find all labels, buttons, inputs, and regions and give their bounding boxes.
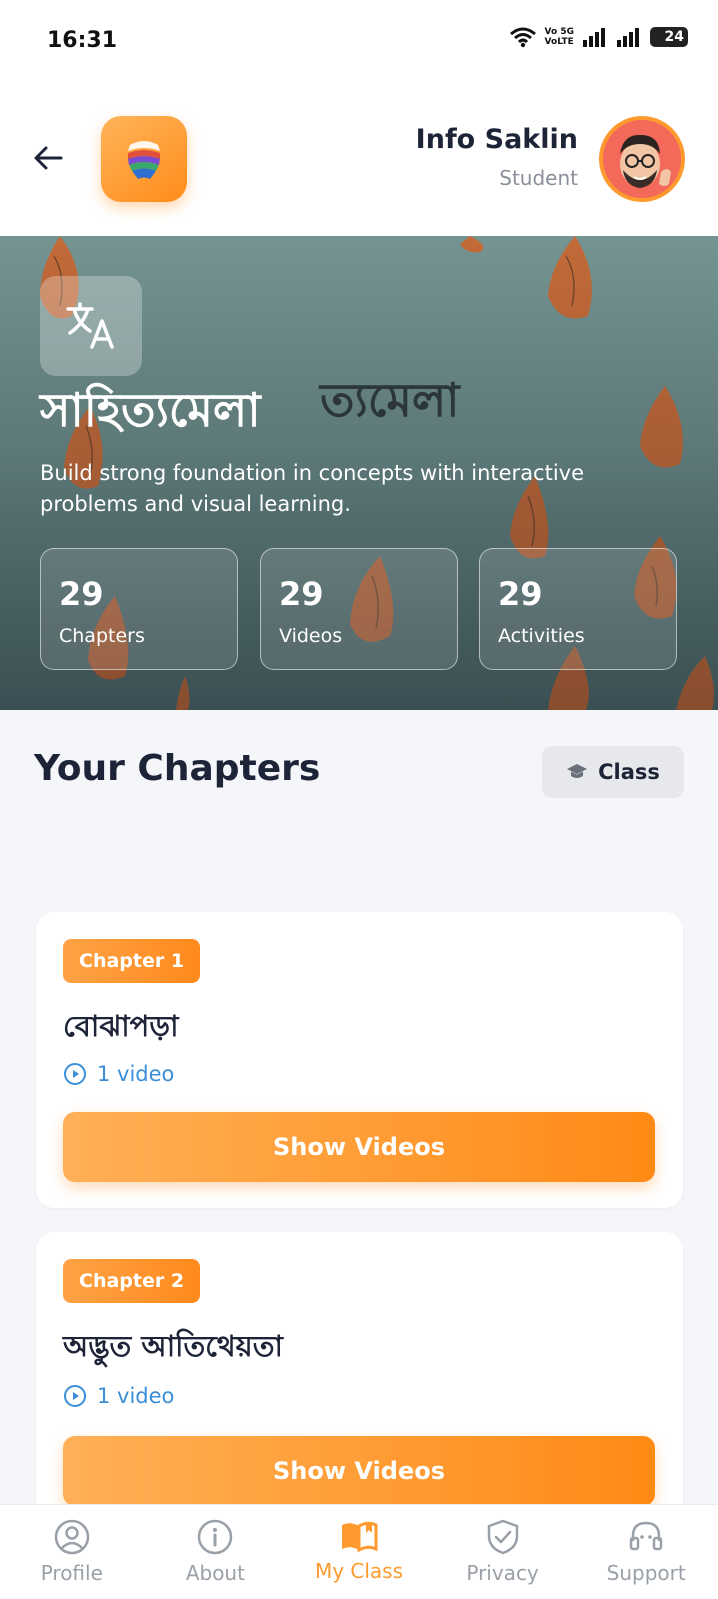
course-title: সাহিত্যমেলা — [40, 383, 261, 437]
nav-item-privacy[interactable]: Privacy — [431, 1505, 575, 1599]
headset-icon — [629, 1521, 663, 1551]
play-circle-icon — [64, 1385, 86, 1407]
stat-value: 29 — [59, 575, 104, 613]
video-count-label: 1 video — [97, 1062, 175, 1086]
signal-icon-2 — [617, 28, 639, 47]
stat-value: 29 — [279, 575, 324, 613]
logo-icon — [128, 141, 160, 179]
volte-indicator: Vo 5G VoLTE — [545, 27, 574, 47]
nav-label: Privacy — [466, 1561, 539, 1585]
status-bar: 16:31 Vo 5G VoLTE 24 — [0, 0, 718, 84]
stat-card-activities: 29 Activities — [479, 548, 677, 670]
show-videos-button[interactable]: Show Videos — [63, 1112, 655, 1182]
nav-label: Profile — [40, 1561, 103, 1585]
section-title: Your Chapters — [34, 748, 321, 789]
chapter-badge: Chapter 2 — [63, 1259, 201, 1303]
nav-label: My Class — [314, 1559, 404, 1583]
status-icons: Vo 5G VoLTE 24 — [509, 26, 688, 48]
book-icon — [341, 1521, 378, 1553]
stat-card-chapters: 29 Chapters — [40, 548, 238, 670]
avatar-face-icon — [603, 120, 681, 198]
status-time: 16:31 — [47, 28, 118, 53]
video-count-label: 1 video — [97, 1384, 175, 1408]
volte-bottom: VoLTE — [544, 37, 574, 47]
user-role: Student — [499, 166, 578, 190]
video-count: 1 video — [63, 1062, 174, 1086]
stat-label: Videos — [279, 625, 343, 647]
battery-icon: 24 — [650, 27, 688, 47]
shield-icon — [487, 1519, 518, 1555]
translate-badge — [40, 276, 142, 376]
play-circle-icon — [64, 1063, 86, 1085]
nav-item-my-class[interactable]: My Class — [287, 1505, 431, 1599]
class-button-label: Class — [598, 760, 660, 784]
signal-icon — [583, 28, 605, 47]
nav-item-support[interactable]: Support — [574, 1505, 718, 1599]
nav-item-profile[interactable]: Profile — [0, 1505, 144, 1599]
chapter-card: Chapter 2 অদ্ভুত আতিথেয়তা 1 video Show … — [36, 1232, 683, 1528]
back-button[interactable] — [28, 138, 68, 178]
stat-label: Activities — [498, 625, 585, 647]
show-videos-button[interactable]: Show Videos — [63, 1436, 655, 1506]
nav-item-about[interactable]: About — [144, 1505, 288, 1599]
stat-label: Chapters — [59, 625, 145, 647]
user-name: Info Saklin — [415, 124, 578, 155]
chapter-title: অদ্ভুত আতিথেয়তা — [63, 1329, 283, 1363]
bottom-navigation: Profile About My Class Privacy Support — [0, 1504, 718, 1599]
volte-top: Vo 5G — [544, 27, 574, 37]
app-logo — [101, 116, 187, 202]
course-hero: ত্যমেলা সাহিত্যমেলা Build strong foundat… — [0, 236, 718, 710]
wifi-icon — [509, 27, 536, 48]
chapter-title: বোঝাপড়া — [63, 1009, 179, 1043]
avatar[interactable] — [599, 116, 685, 202]
chapter-badge: Chapter 1 — [63, 939, 201, 983]
course-description: Build strong foundation in concepts with… — [40, 461, 585, 516]
translate-icon — [66, 302, 114, 349]
class-button[interactable]: Class — [542, 746, 684, 798]
nav-label: Support — [606, 1561, 686, 1585]
chapter-card: Chapter 1 বোঝাপড়া 1 video Show Videos — [36, 912, 683, 1208]
profile-icon — [54, 1519, 90, 1555]
video-count: 1 video — [63, 1384, 174, 1408]
app-header: Info Saklin Student — [0, 84, 718, 236]
arrow-left-icon — [34, 146, 63, 170]
stat-card-videos: 29 Videos — [260, 548, 458, 670]
stat-value: 29 — [498, 575, 543, 613]
info-icon — [198, 1519, 233, 1555]
graduation-cap-icon — [567, 764, 588, 778]
nav-label: About — [185, 1561, 245, 1585]
